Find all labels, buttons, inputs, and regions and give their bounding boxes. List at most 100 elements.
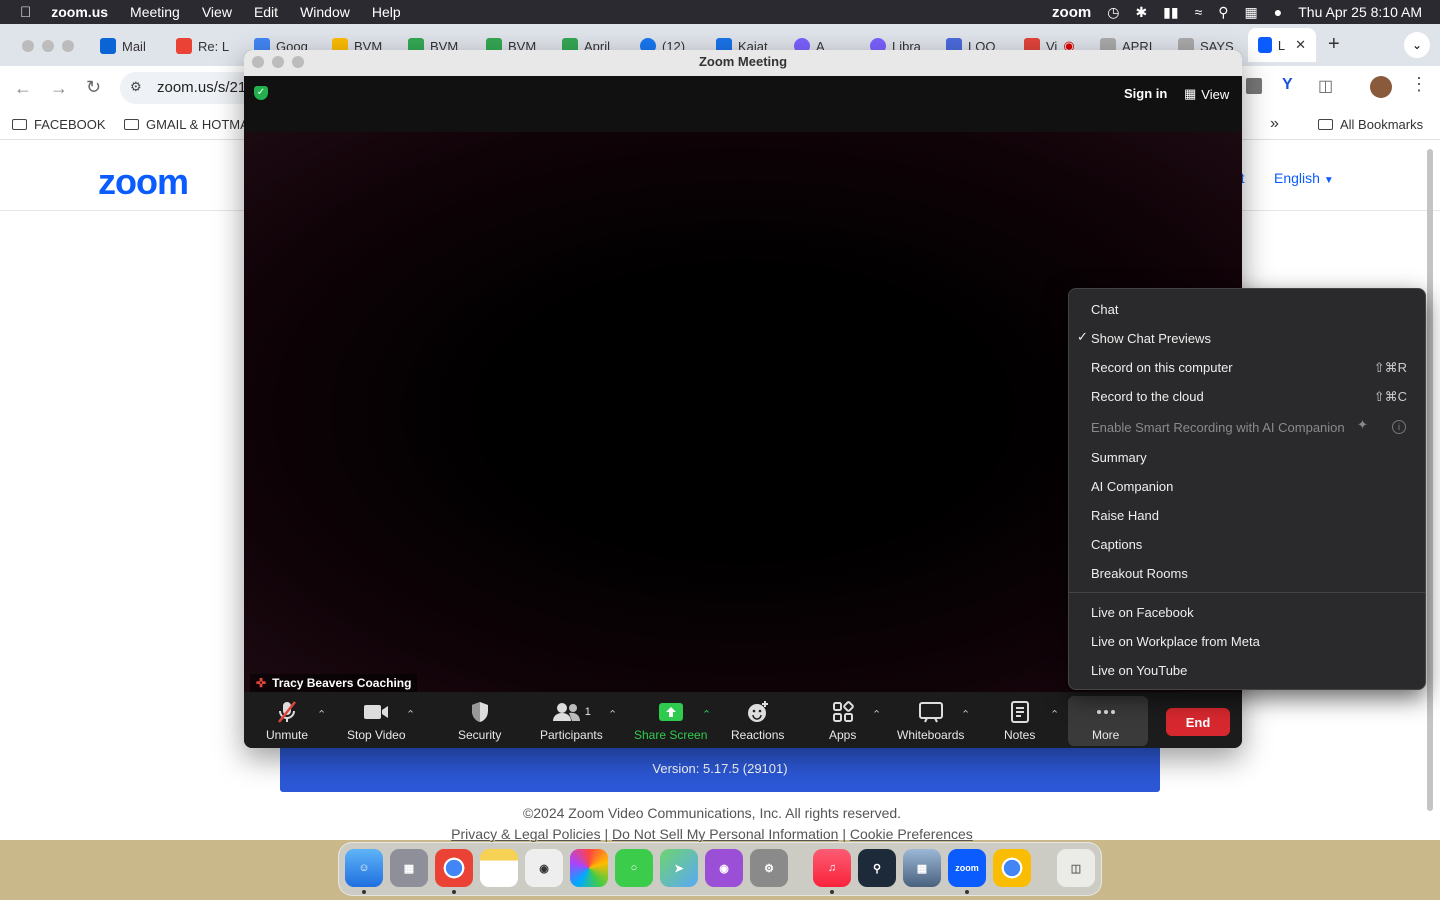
unmute-button[interactable]: Unmute [266, 700, 308, 742]
chrome-icon[interactable] [435, 849, 473, 887]
reload-icon[interactable]: ↻ [86, 77, 101, 98]
tab-search-icon[interactable]: ⌄ [1404, 32, 1430, 58]
apps-button[interactable]: Apps [829, 700, 856, 742]
page-scrollbar[interactable] [1427, 149, 1433, 811]
audio-options-chevron-icon[interactable]: ⌃ [317, 708, 326, 721]
minimize-window-button[interactable] [42, 40, 54, 52]
bluetooth-icon[interactable]: ✱ [1135, 4, 1147, 21]
bookmark-folder[interactable]: GMAIL & HOTMA [124, 117, 249, 132]
notes-button[interactable]: Notes [1004, 700, 1035, 742]
more-button[interactable]: More [1092, 700, 1119, 742]
launchpad-icon[interactable]: ▦ [390, 849, 428, 887]
notes-options-chevron-icon[interactable]: ⌃ [1050, 708, 1059, 721]
battery-icon[interactable]: ▮▮ [1163, 4, 1178, 21]
menu-item-chat[interactable]: Chat [1091, 300, 1118, 320]
maps-icon[interactable]: ➤ [660, 849, 698, 887]
menu-item-ai-companion[interactable]: AI Companion [1091, 477, 1173, 497]
notes-app-icon[interactable] [480, 849, 518, 887]
photos-icon[interactable] [570, 849, 608, 887]
reactions-button[interactable]: Reactions [731, 700, 784, 742]
menu-item-live-youtube[interactable]: Live on YouTube [1091, 661, 1187, 681]
browser-menu-icon[interactable]: ⋮ [1410, 74, 1428, 95]
chrome-app-icon[interactable] [993, 849, 1031, 887]
end-meeting-button[interactable]: End [1166, 708, 1230, 736]
zoom-status-icon[interactable]: zoom [1052, 4, 1091, 21]
do-not-sell-link[interactable]: Do Not Sell My Personal Information [612, 826, 838, 842]
menu-help[interactable]: Help [372, 4, 401, 20]
control-center-icon[interactable]: ▦ [1245, 4, 1258, 21]
site-info-icon[interactable]: ⚙ [130, 79, 142, 95]
bookmarks-overflow-icon[interactable]: » [1270, 115, 1279, 133]
whiteboards-label: Whiteboards [897, 728, 965, 742]
preview-icon[interactable]: ▦ [903, 849, 941, 887]
trash-icon[interactable]: ◫ [1057, 849, 1095, 887]
checkmark-icon: ✓ [1077, 329, 1088, 344]
view-button[interactable]: ▦ View [1184, 86, 1229, 102]
zoom-site-logo[interactable]: zoom [98, 161, 189, 203]
menu-item-show-chat-previews[interactable]: Show Chat Previews [1091, 329, 1211, 349]
back-icon[interactable]: ← [14, 78, 32, 99]
browser-tab[interactable]: Re: L [176, 32, 229, 60]
menu-clock[interactable]: Thu Apr 25 8:10 AM [1298, 4, 1422, 20]
zoom-window-button[interactable] [292, 56, 304, 68]
security-button[interactable]: Security [458, 700, 501, 742]
time-machine-icon[interactable]: ◷ [1107, 4, 1119, 21]
extension-y-icon[interactable]: Y [1282, 76, 1293, 94]
menu-item-record-cloud[interactable]: Record to the cloud [1091, 387, 1204, 407]
apple-icon[interactable]:  [20, 4, 31, 21]
cookie-preferences-link[interactable]: Cookie Preferences [850, 826, 973, 842]
privacy-link[interactable]: Privacy & Legal Policies [451, 826, 600, 842]
spotlight-search-icon[interactable]: ⚲ [1218, 4, 1228, 21]
bookmark-folder[interactable]: FACEBOOK [12, 117, 106, 132]
minimize-window-button[interactable] [272, 56, 284, 68]
forward-icon[interactable]: → [50, 78, 68, 99]
siri-icon[interactable]: ● [1274, 4, 1282, 20]
participants-options-chevron-icon[interactable]: ⌃ [608, 708, 617, 721]
system-settings-icon[interactable]: ⚙ [750, 849, 788, 887]
menu-item-record-computer[interactable]: Record on this computer [1091, 358, 1233, 378]
wifi-icon[interactable]: ≈ [1195, 4, 1203, 20]
menu-item-live-workplace[interactable]: Live on Workplace from Meta [1091, 632, 1260, 652]
menu-item-breakout-rooms[interactable]: Breakout Rooms [1091, 564, 1188, 584]
menu-window[interactable]: Window [300, 4, 350, 20]
encryption-shield-icon[interactable]: ✓ [254, 86, 268, 100]
sign-in-button[interactable]: Sign in [1124, 86, 1167, 101]
url-text[interactable]: zoom.us/s/21 [157, 79, 246, 96]
zoom-app-icon[interactable]: zoom [948, 849, 986, 887]
menu-meeting[interactable]: Meeting [130, 4, 180, 20]
finder-icon[interactable]: ☺ [345, 849, 383, 887]
menu-view[interactable]: View [202, 4, 232, 20]
participants-button[interactable]: 1 Participants [540, 700, 603, 742]
extensions-puzzle-icon[interactable]: ◫ [1318, 76, 1333, 96]
active-browser-tab[interactable]: L ✕ [1248, 28, 1316, 62]
profile-avatar[interactable] [1370, 76, 1392, 98]
apps-options-chevron-icon[interactable]: ⌃ [872, 708, 881, 721]
share-screen-button[interactable]: Share Screen [634, 700, 707, 742]
messages-icon[interactable]: ○ [615, 849, 653, 887]
close-window-button[interactable] [252, 56, 264, 68]
stop-video-button[interactable]: Stop Video [347, 700, 406, 742]
language-selector[interactable]: English ▼ [1274, 170, 1334, 186]
info-icon[interactable]: i [1392, 420, 1406, 434]
video-options-chevron-icon[interactable]: ⌃ [406, 708, 415, 721]
podcasts-icon[interactable]: ◉ [705, 849, 743, 887]
browser-tab[interactable]: Mail [100, 32, 146, 60]
all-bookmarks-button[interactable]: All Bookmarks [1318, 117, 1423, 132]
menu-item-captions[interactable]: Captions [1091, 535, 1142, 555]
close-window-button[interactable] [22, 40, 34, 52]
share-options-chevron-icon[interactable]: ⌃ [702, 708, 711, 721]
menu-item-live-facebook[interactable]: Live on Facebook [1091, 603, 1194, 623]
extension-icon[interactable] [1246, 78, 1262, 94]
screenshot-icon[interactable]: ◉ [525, 849, 563, 887]
whiteboards-button[interactable]: Whiteboards [897, 700, 964, 742]
new-tab-icon[interactable]: + [1328, 33, 1340, 56]
menu-item-summary[interactable]: Summary [1091, 448, 1147, 468]
app-menu[interactable]: zoom.us [51, 4, 108, 20]
zoom-window-button[interactable] [62, 40, 74, 52]
music-icon[interactable]: ♫ [813, 849, 851, 887]
quicktime-icon[interactable]: ⚲ [858, 849, 896, 887]
whiteboards-options-chevron-icon[interactable]: ⌃ [961, 708, 970, 721]
close-tab-icon[interactable]: ✕ [1295, 37, 1306, 53]
menu-edit[interactable]: Edit [254, 4, 278, 20]
menu-item-raise-hand[interactable]: Raise Hand [1091, 506, 1159, 526]
